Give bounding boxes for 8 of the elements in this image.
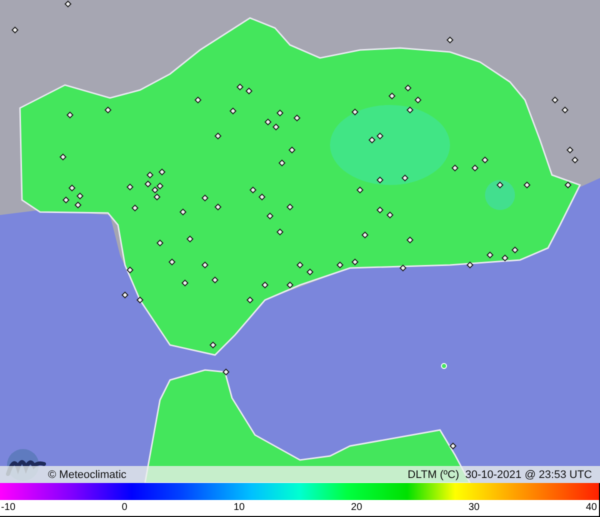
map-caption: DLTM (ºC) 30-10-2021 @ 23:53 UTC: [408, 468, 592, 480]
scale-label: 30: [468, 501, 480, 515]
scale-label: 0: [122, 501, 128, 515]
scale-label: -10: [1, 501, 16, 515]
scale-label: 20: [351, 501, 362, 515]
scale-label: 10: [234, 501, 245, 515]
scale-label: 40: [586, 501, 597, 515]
credit-text: © Meteoclimatic: [48, 468, 126, 480]
